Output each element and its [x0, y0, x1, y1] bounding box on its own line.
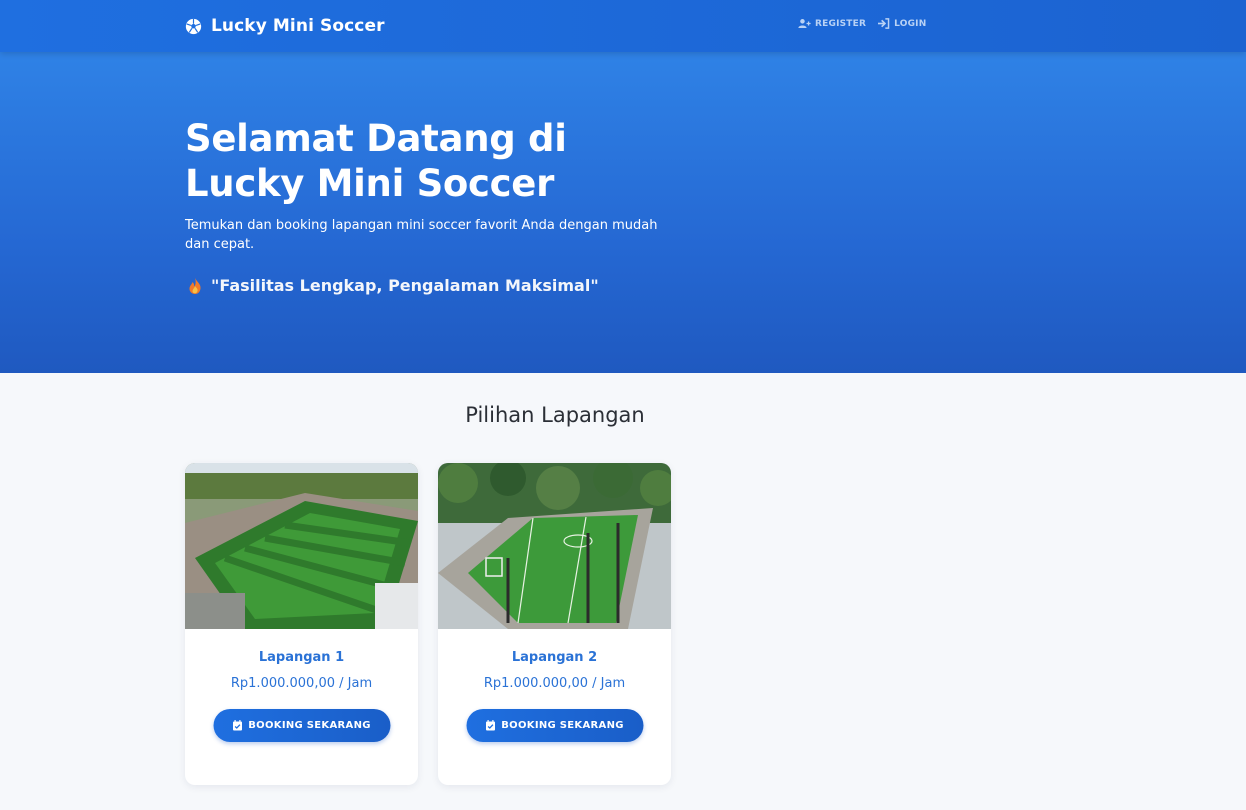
hero-tagline: "Fasilitas Lengkap, Pengalaman Maksimal": [187, 276, 599, 295]
login-link[interactable]: LOGIN: [877, 18, 926, 29]
nav-links: REGISTER LOGIN: [798, 18, 926, 29]
booking-button[interactable]: BOOKING SEKARANG: [213, 709, 390, 742]
hero-subtitle: Temukan dan booking lapangan mini soccer…: [185, 218, 658, 252]
field-image: [438, 463, 671, 629]
field-name: Lapangan 1: [258, 650, 345, 665]
brand-name: Lucky Mini Soccer: [211, 16, 385, 36]
navbar: Lucky Mini Soccer REGISTER LOGIN: [0, 0, 1246, 52]
hero-title: Selamat Datang di Lucky Mini Soccer: [185, 117, 567, 205]
field-price: Rp1.000.000,00 / Jam: [483, 676, 626, 691]
field-card: Lapangan 1 Rp1.000.000,00 / Jam BOOKING …: [185, 463, 418, 785]
user-plus-icon: [798, 19, 811, 28]
tagline-text: "Fasilitas Lengkap, Pengalaman Maksimal": [211, 276, 599, 295]
calendar-check-icon: [485, 720, 495, 731]
calendar-check-icon: [232, 720, 242, 731]
field-price: Rp1.000.000,00 / Jam: [230, 676, 373, 691]
field-image: [185, 463, 418, 629]
booking-button[interactable]: BOOKING SEKARANG: [466, 709, 643, 742]
section-title: Pilihan Lapangan: [465, 403, 645, 427]
register-link[interactable]: REGISTER: [798, 18, 866, 29]
brand-link[interactable]: Lucky Mini Soccer: [185, 14, 385, 38]
register-label: REGISTER: [815, 18, 867, 29]
soccer-ball-icon: [185, 18, 202, 34]
booking-button-label: BOOKING SEKARANG: [501, 720, 624, 731]
hero-section: Selamat Datang di Lucky Mini Soccer Temu…: [0, 52, 1246, 373]
field-name: Lapangan 2: [511, 650, 598, 665]
fire-icon: [189, 277, 201, 294]
booking-button-label: BOOKING SEKARANG: [248, 720, 371, 731]
sign-in-icon: [878, 18, 890, 29]
field-card: Lapangan 2 Rp1.000.000,00 / Jam BOOKING …: [438, 463, 671, 785]
login-label: LOGIN: [894, 18, 927, 29]
